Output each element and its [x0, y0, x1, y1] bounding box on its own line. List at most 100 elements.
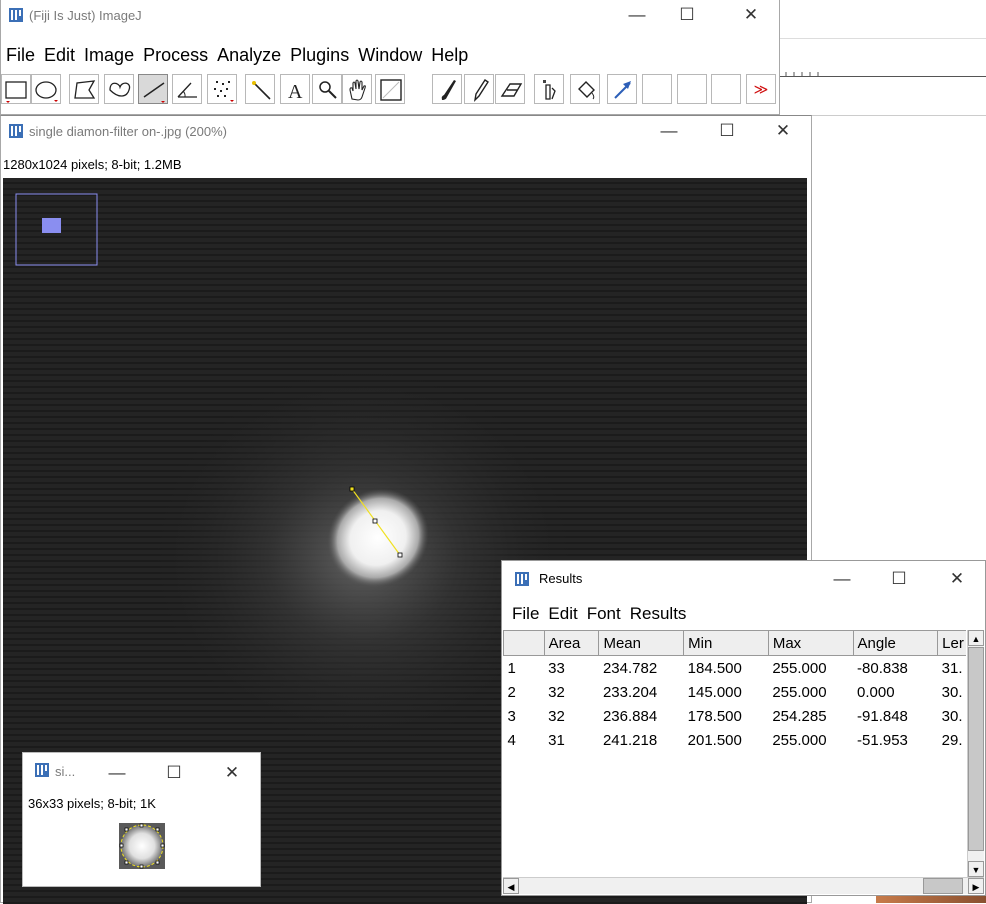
arrow-tool[interactable]	[607, 74, 637, 104]
eraser-tool[interactable]	[495, 74, 525, 104]
row-number: 4	[507, 731, 516, 749]
cell-max: 254.285	[772, 707, 827, 725]
cell-length: 30.	[941, 683, 963, 701]
close-button[interactable]: ✕	[934, 564, 980, 594]
minimize-button[interactable]: —	[614, 0, 660, 30]
fiji-app-icon	[9, 124, 23, 138]
maximize-button[interactable]: ☐	[704, 116, 750, 146]
more-tools-button[interactable]: ≫	[746, 74, 776, 104]
column-header[interactable]	[503, 630, 545, 656]
imagej-menubar: File Edit Image Process Analyze Plugins Window…	[6, 45, 779, 66]
scroll-up-arrow[interactable]: ▲	[968, 630, 984, 646]
close-button[interactable]: ✕	[760, 116, 806, 146]
cell-area: 32	[548, 707, 565, 725]
wand-tool[interactable]	[245, 74, 275, 104]
scroll-thumb[interactable]	[923, 878, 963, 894]
flood-fill-tool[interactable]	[534, 74, 564, 104]
menu-window[interactable]: Window	[358, 45, 422, 66]
column-header[interactable]: Mean	[598, 630, 685, 656]
text-tool[interactable]: A	[280, 74, 310, 104]
horizontal-scrollbar[interactable]: ◀ ▶	[503, 877, 984, 894]
cell-min: 201.500	[687, 731, 742, 749]
menu-edit[interactable]: Edit	[44, 45, 75, 66]
multipoint-tool[interactable]	[207, 74, 237, 104]
svg-text:A: A	[288, 81, 303, 103]
cell-mean: 241.218	[602, 731, 658, 749]
menu-analyze[interactable]: Analyze	[217, 45, 281, 66]
magnifier-tool[interactable]	[312, 74, 342, 104]
small-image-info: 36x33 pixels; 8-bit; 1K	[28, 796, 156, 811]
cell-max: 255.000	[772, 683, 827, 701]
brush-tool[interactable]	[432, 74, 462, 104]
line-handle[interactable]	[397, 552, 403, 558]
menu-results[interactable]: Results	[630, 604, 687, 624]
freehand-tool[interactable]	[104, 74, 134, 104]
scroll-down-arrow[interactable]: ▼	[968, 861, 984, 877]
results-table: Area Mean Min Max Angle Ler 1 33 234.782…	[503, 630, 966, 752]
table-header-row: Area Mean Min Max Angle Ler	[503, 630, 966, 656]
background-window-fragment	[780, 0, 986, 116]
window-title: si...	[55, 764, 76, 779]
minimize-button[interactable]: —	[94, 758, 140, 788]
navigator-viewport[interactable]	[42, 218, 61, 233]
table-row[interactable]: 3 32 236.884 178.500 254.285 -91.848 30.	[504, 704, 967, 728]
minimize-button[interactable]: —	[819, 564, 865, 594]
hand-tool[interactable]	[342, 74, 372, 104]
scroll-thumb[interactable]	[968, 647, 984, 851]
cell-mean: 233.204	[602, 683, 658, 701]
fiji-app-icon	[515, 572, 529, 586]
menu-plugins[interactable]: Plugins	[290, 45, 349, 66]
small-window-titlebar[interactable]: si... — ☐ ✕	[23, 753, 260, 783]
results-table-container[interactable]: Area Mean Min Max Angle Ler 1 33 234.782…	[503, 630, 966, 877]
column-header[interactable]: Area	[543, 630, 600, 656]
menu-process[interactable]: Process	[143, 45, 208, 66]
table-row[interactable]: 4 31 241.218 201.500 255.000 -51.953 29.	[504, 728, 967, 752]
results-menubar: File Edit Font Results	[512, 604, 985, 624]
column-header[interactable]: Max	[767, 630, 854, 656]
scroll-right-arrow[interactable]: ▶	[968, 878, 984, 894]
imagej-titlebar[interactable]: (Fiji Is Just) ImageJ — ☐ ✕	[1, 0, 779, 30]
line-handle[interactable]	[372, 518, 378, 524]
cell-max: 255.000	[772, 731, 827, 749]
empty-tool-slot[interactable]	[642, 74, 672, 104]
column-header[interactable]: Ler	[937, 630, 966, 656]
menu-file[interactable]: File	[6, 45, 35, 66]
oval-tool[interactable]	[31, 74, 61, 104]
menu-help[interactable]: Help	[431, 45, 468, 66]
maximize-button[interactable]: ☐	[876, 564, 922, 594]
scroll-left-arrow[interactable]: ◀	[503, 878, 519, 894]
row-number: 3	[507, 707, 516, 725]
small-image-canvas[interactable]	[119, 823, 165, 869]
fiji-app-icon	[35, 763, 49, 777]
results-titlebar[interactable]: Results — ☐ ✕	[502, 561, 985, 597]
column-header[interactable]: Angle	[852, 630, 939, 656]
cell-area: 32	[548, 683, 565, 701]
table-row[interactable]: 1 33 234.782 184.500 255.000 -80.838 31.	[504, 656, 967, 681]
column-header[interactable]: Min	[683, 630, 769, 656]
pencil-tool[interactable]	[464, 74, 494, 104]
menu-font[interactable]: Font	[587, 604, 621, 624]
menu-edit[interactable]: Edit	[548, 604, 577, 624]
maximize-button[interactable]: ☐	[664, 0, 710, 30]
maximize-button[interactable]: ☐	[151, 758, 197, 788]
menu-file[interactable]: File	[512, 604, 539, 624]
angle-tool[interactable]	[172, 74, 202, 104]
menu-image[interactable]: Image	[84, 45, 134, 66]
line-tool[interactable]	[138, 74, 168, 104]
image-window-titlebar[interactable]: single diamon-filter on-.jpg (200%) — ☐ …	[1, 116, 811, 146]
empty-tool-slot[interactable]	[711, 74, 741, 104]
rectangle-tool[interactable]	[1, 74, 31, 104]
minimize-button[interactable]: —	[646, 116, 692, 146]
close-button[interactable]: ✕	[209, 758, 255, 788]
close-button[interactable]: ✕	[728, 0, 774, 30]
cell-length: 31.	[941, 659, 963, 677]
color-picker-tool[interactable]	[375, 74, 405, 104]
table-row[interactable]: 2 32 233.204 145.000 255.000 0.000 30.	[504, 680, 967, 704]
row-number: 1	[507, 659, 516, 677]
line-handle[interactable]	[349, 486, 355, 492]
vertical-scrollbar[interactable]: ▲ ▼	[967, 630, 984, 877]
cell-area: 31	[548, 731, 565, 749]
empty-tool-slot[interactable]	[677, 74, 707, 104]
bucket-tool[interactable]	[570, 74, 600, 104]
polygon-tool[interactable]	[69, 74, 99, 104]
